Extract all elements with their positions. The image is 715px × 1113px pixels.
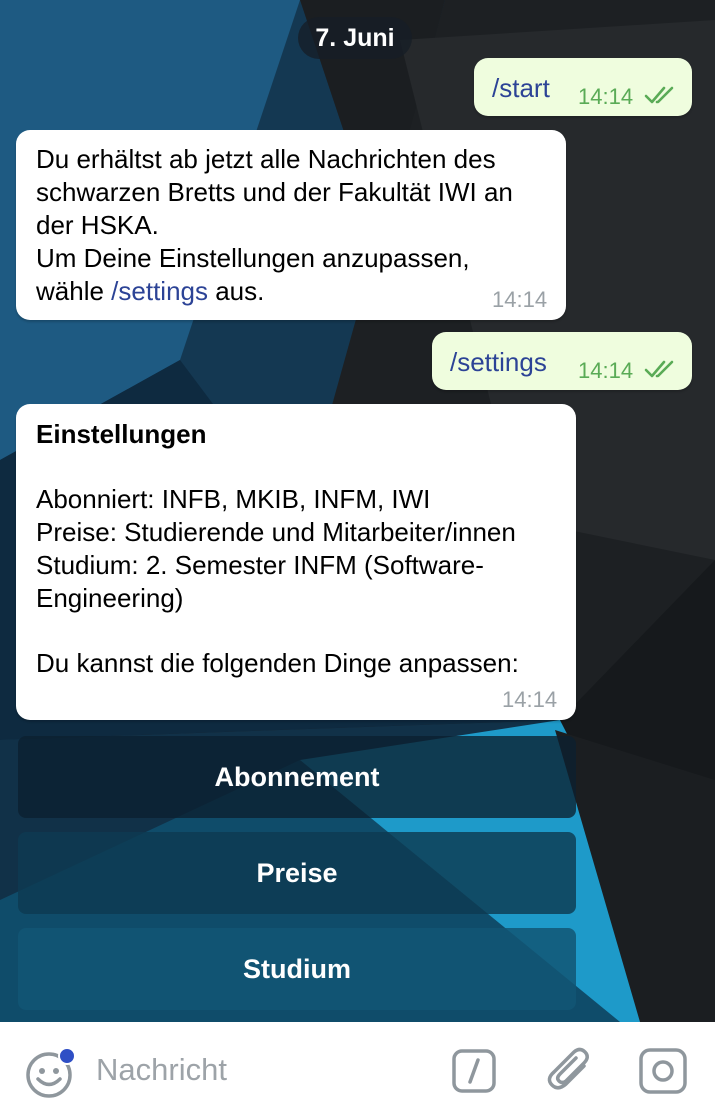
double-check-icon: [644, 84, 678, 111]
message-line: Du kannst die folgenden Dinge anpassen:: [36, 648, 519, 678]
message-line: wähle /settings aus.: [36, 275, 513, 308]
message-input-bar: [0, 1022, 715, 1113]
message-text: Du erhältst ab jetzt alle Nachrichten de…: [36, 143, 513, 308]
emoji-icon[interactable]: [24, 1046, 78, 1105]
message-line: Studium: 2. Semester INFM (Software-: [36, 550, 484, 580]
line-text: wähle: [36, 276, 112, 306]
camera-icon[interactable]: [638, 1047, 688, 1100]
message-line: der HSKA.: [36, 210, 159, 240]
message-line: schwarzen Bretts und der Fakultät IWI an: [36, 177, 513, 207]
message-time: 14:14: [502, 687, 558, 712]
message-time: 14:14: [578, 358, 634, 383]
message-line: Um Deine Einstellungen anzupassen,: [36, 243, 470, 273]
message-text: Einstellungen Abonniert: INFB, MKIB, INF…: [36, 418, 519, 680]
line-text: aus.: [207, 276, 265, 306]
bot-command-text[interactable]: /settings: [450, 347, 547, 378]
message-line: Engineering): [36, 583, 184, 613]
keyboard-button-studium[interactable]: Studium: [18, 928, 576, 1010]
date-separator: 7. Juni: [298, 17, 412, 59]
keyboard-button-abonnement[interactable]: Abonnement: [18, 736, 576, 818]
bot-command-icon[interactable]: [451, 1048, 497, 1099]
emoji-badge-dot: [58, 1047, 76, 1065]
message-line: Preise: Studierende und Mitarbeiter/inne…: [36, 517, 516, 547]
settings-command-link[interactable]: /settings: [111, 276, 208, 306]
attach-icon[interactable]: [546, 1044, 596, 1101]
keyboard-button-preise[interactable]: Preise: [18, 832, 576, 914]
settings-title: Einstellungen: [36, 419, 207, 449]
message-time: 14:14: [492, 287, 548, 312]
incoming-message-bubble[interactable]: Du erhältst ab jetzt alle Nachrichten de…: [16, 130, 566, 320]
bot-command-text[interactable]: /start: [492, 73, 550, 104]
outgoing-message-bubble[interactable]: /settings 14:14: [432, 332, 692, 390]
message-input[interactable]: [96, 1048, 426, 1092]
double-check-icon: [644, 358, 678, 385]
incoming-message-bubble[interactable]: Einstellungen Abonniert: INFB, MKIB, INF…: [16, 404, 576, 720]
message-line: Du erhältst ab jetzt alle Nachrichten de…: [36, 144, 496, 174]
message-line: Abonniert: INFB, MKIB, INFM, IWI: [36, 484, 431, 514]
outgoing-message-bubble[interactable]: /start 14:14: [474, 58, 692, 116]
message-time: 14:14: [578, 84, 634, 109]
